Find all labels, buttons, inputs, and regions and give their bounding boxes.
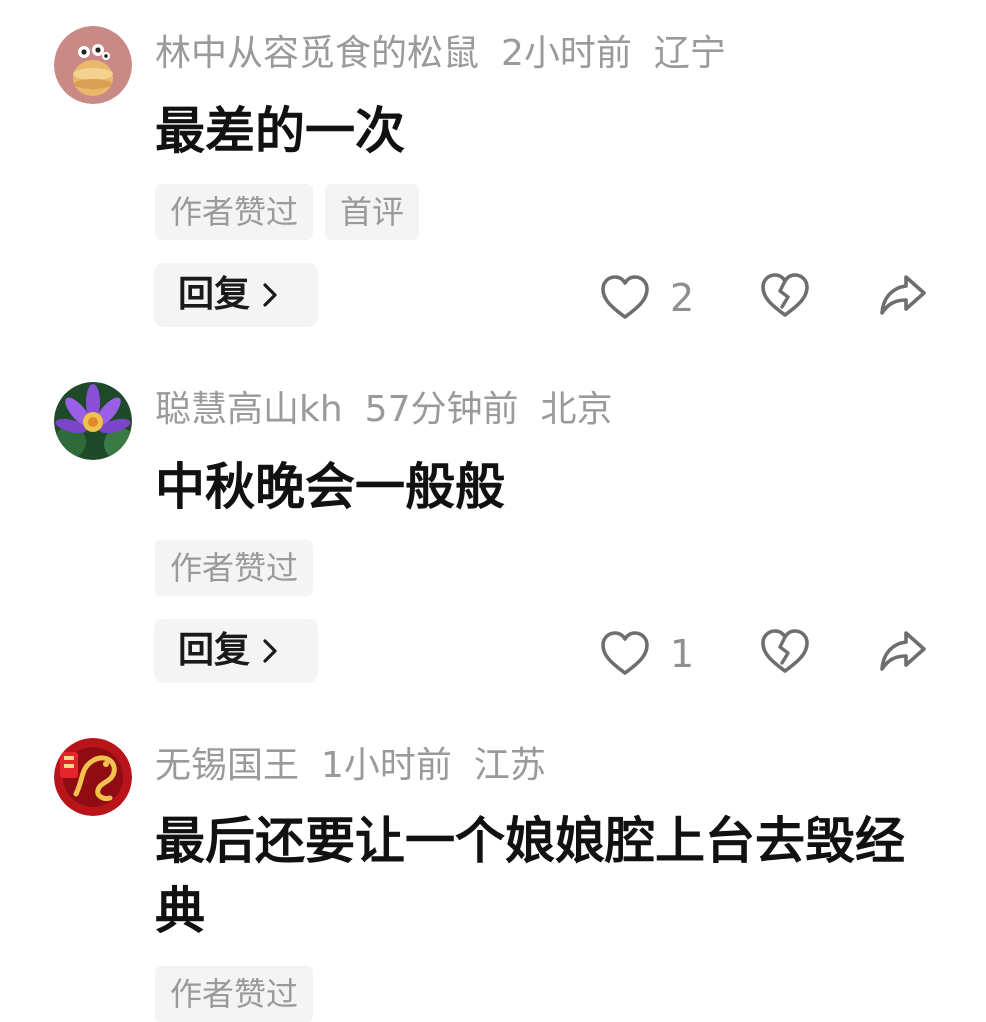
tag-author-liked: 作者赞过 xyxy=(155,184,314,240)
chevron-right-icon xyxy=(263,639,277,663)
comment-text: 最差的一次 xyxy=(155,102,405,160)
share-arrow-icon[interactable] xyxy=(876,625,930,679)
comment-meta: 林中从容觅食的松鼠 2小时前 辽宁 xyxy=(155,24,748,84)
like-count: 1 xyxy=(670,632,695,676)
tag-first-comment: 首评 xyxy=(325,184,420,240)
comment-text: 中秋晚会一般般 xyxy=(155,458,505,516)
comment-time: 1小时前 xyxy=(321,745,452,786)
broken-heart-icon[interactable] xyxy=(758,625,812,679)
comment-text: 最后还要让一个娘娘腔上台去毁经典 xyxy=(155,812,905,940)
username[interactable]: 聪慧高山kh xyxy=(155,389,343,430)
username[interactable]: 林中从容觅食的松鼠 xyxy=(155,33,479,74)
reply-label: 回复 xyxy=(178,630,251,671)
heart-outline-icon[interactable] xyxy=(598,271,652,325)
reply-button[interactable]: 回复 xyxy=(154,263,318,327)
tag-author-liked: 作者赞过 xyxy=(155,540,314,596)
reply-button[interactable]: 回复 xyxy=(154,619,318,683)
comment-time: 57分钟前 xyxy=(364,389,519,430)
comment-location: 北京 xyxy=(540,389,613,430)
comment-time: 2小时前 xyxy=(501,33,632,74)
comment-meta: 无锡国王 1小时前 江苏 xyxy=(155,736,568,796)
like-count: 2 xyxy=(670,276,695,320)
reply-label: 回复 xyxy=(178,274,251,315)
username[interactable]: 无锡国王 xyxy=(155,745,299,786)
cartoon-avatar-icon[interactable] xyxy=(54,26,132,104)
comment-tags: 作者赞过 xyxy=(155,966,314,1022)
comment-meta: 聪慧高山kh 57分钟前 北京 xyxy=(155,380,635,440)
chevron-right-icon xyxy=(263,283,277,307)
comment-tags: 作者赞过 首评 xyxy=(155,184,420,240)
broken-heart-icon[interactable] xyxy=(758,269,812,323)
comment-location: 辽宁 xyxy=(653,33,726,74)
dragon-avatar-icon[interactable] xyxy=(54,738,132,816)
share-arrow-icon[interactable] xyxy=(876,269,930,323)
tag-author-liked: 作者赞过 xyxy=(155,966,314,1022)
comment-tags: 作者赞过 xyxy=(155,540,314,596)
lotus-flower-avatar-icon[interactable] xyxy=(54,382,132,460)
comment-location: 江苏 xyxy=(473,745,546,786)
heart-outline-icon[interactable] xyxy=(598,627,652,681)
